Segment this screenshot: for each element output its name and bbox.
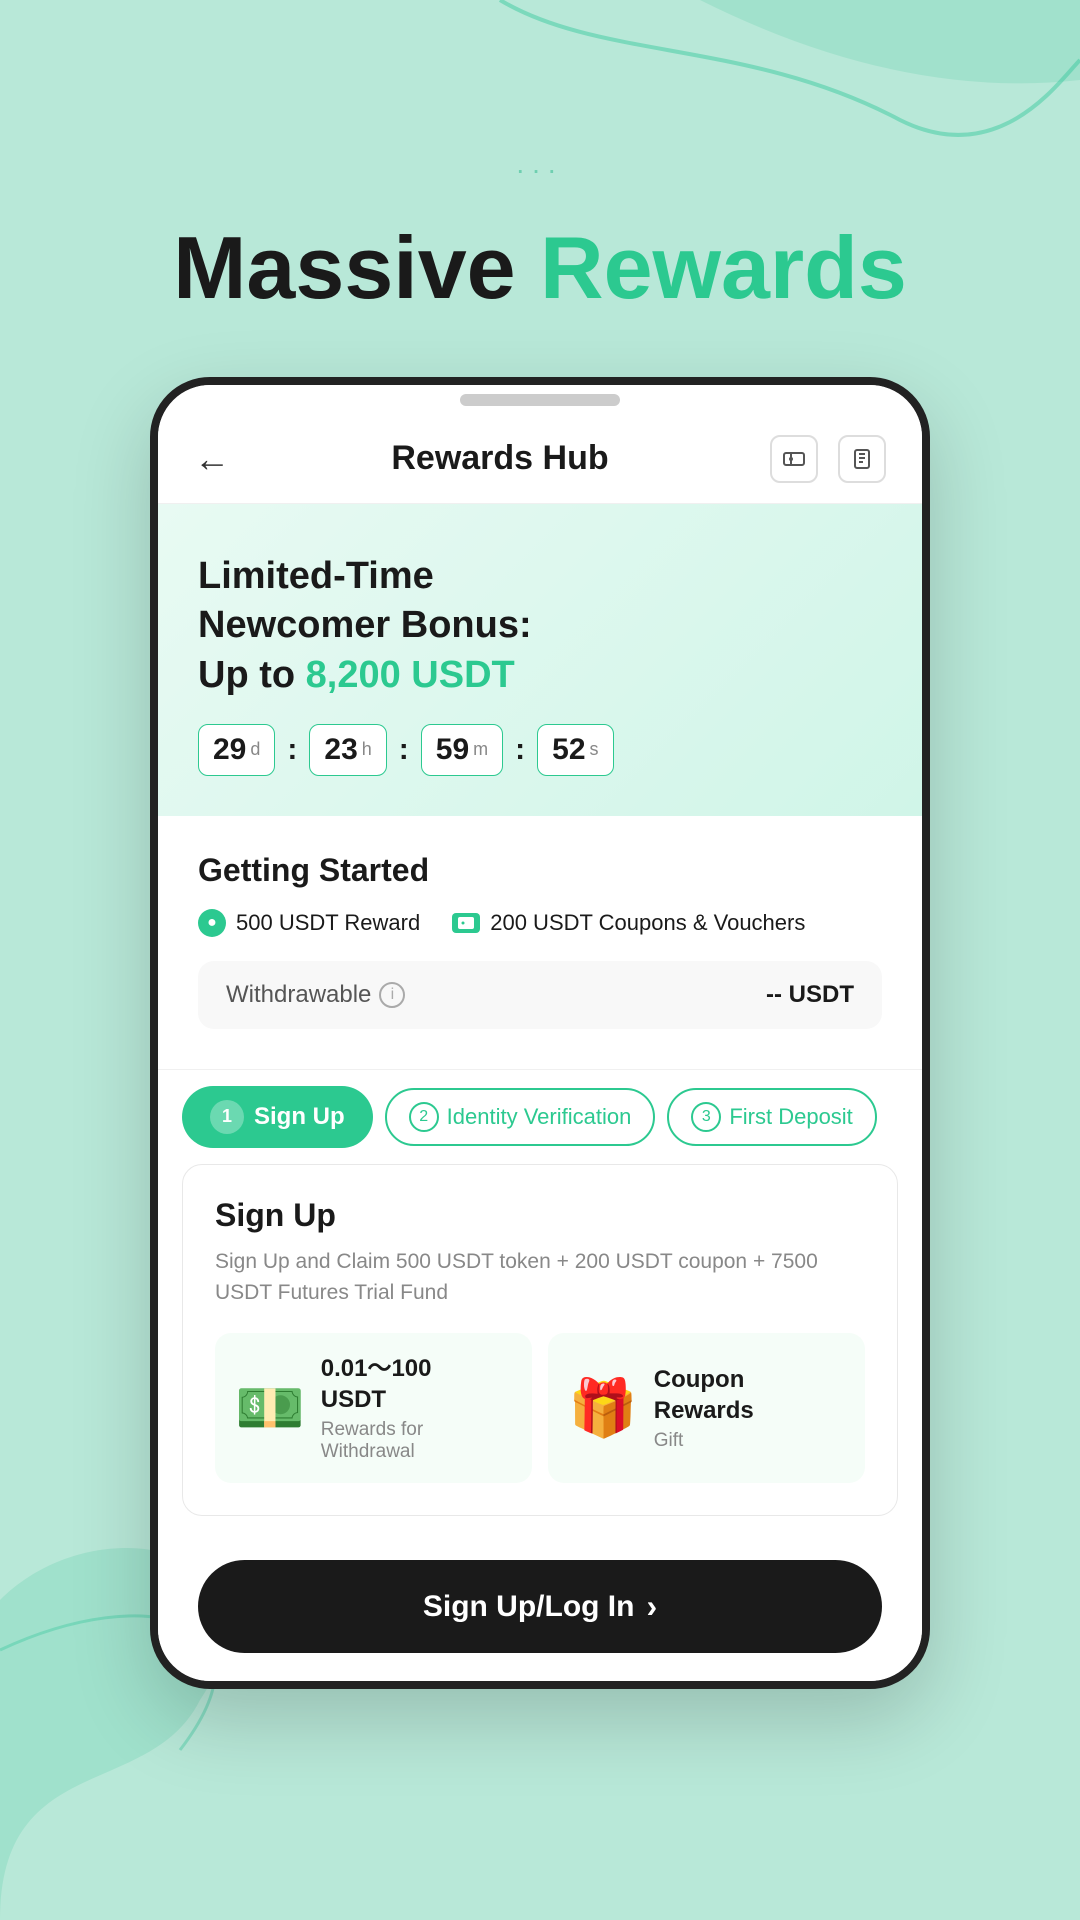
timer-colon-2: : [399, 733, 409, 767]
reward-card-2-sub: Gift [654, 1430, 754, 1452]
reward-green-icon: ● [198, 909, 226, 937]
getting-started-section: Getting Started ● 500 USDT Reward 200 US… [158, 816, 922, 1069]
tab-signup-label: Sign Up [254, 1103, 345, 1131]
timer-days: 29 d [198, 724, 275, 776]
reward-card-2-info: CouponRewards Gift [654, 1364, 754, 1452]
reward-item-2: 200 USDT Coupons & Vouchers [452, 910, 805, 936]
reward-card-1: 💵 0.01～100USDT Rewards forWithdrawal [215, 1333, 532, 1483]
ticket-icon[interactable] [770, 435, 818, 483]
rewards-list: ● 500 USDT Reward 200 USDT Coupons & Vou… [198, 909, 882, 937]
signup-card-desc: Sign Up and Claim 500 USDT token + 200 U… [215, 1246, 865, 1309]
money-emoji: 💵 [235, 1380, 305, 1436]
app-header: ← Rewards Hub [158, 415, 922, 504]
phone-mockup: ← Rewards Hub [150, 377, 930, 1690]
headline-highlight: Rewards [540, 218, 907, 317]
signup-card-title: Sign Up [215, 1197, 865, 1234]
reward-card-1-info: 0.01～100USDT Rewards forWithdrawal [321, 1353, 432, 1463]
countdown-timer: 29 d : 23 h : 59 m : 52 s [198, 724, 882, 776]
reward-ticket-icon [452, 913, 480, 933]
step-2-num: 2 [409, 1102, 439, 1132]
reward-card-2-title: CouponRewards [654, 1364, 754, 1426]
timer-colon-3: : [515, 733, 525, 767]
page-headline: Massive Rewards [173, 220, 907, 317]
phone-notch [158, 385, 922, 415]
withdrawable-box: Withdrawable i -- USDT [198, 961, 882, 1029]
back-button[interactable]: ← [194, 438, 230, 480]
info-icon[interactable]: i [379, 982, 405, 1008]
signup-login-button[interactable]: Sign Up/Log In › [198, 1560, 882, 1653]
gift-emoji: 🎁 [568, 1380, 638, 1436]
steps-tabs: 1 Sign Up 2 Identity Verification 3 Firs… [158, 1069, 922, 1164]
tab-identity-label: Identity Verification [447, 1104, 632, 1130]
arrow-icon: › [646, 1588, 657, 1625]
timer-colon-1: : [287, 733, 297, 767]
signup-card: Sign Up Sign Up and Claim 500 USDT token… [182, 1164, 898, 1516]
banner-section: Limited-Time Newcomer Bonus: Up to 8,200… [158, 504, 922, 816]
timer-hours: 23 h [309, 724, 386, 776]
bottom-button-wrap: Sign Up/Log In › [158, 1540, 922, 1681]
reward-1-label: 500 USDT Reward [236, 910, 420, 936]
tab-identity[interactable]: 2 Identity Verification [385, 1088, 656, 1146]
clipboard-icon[interactable] [838, 435, 886, 483]
step-1-num: 1 [210, 1100, 244, 1134]
step-3-num: 3 [691, 1102, 721, 1132]
notch-bar [460, 394, 620, 406]
reward-item-1: ● 500 USDT Reward [198, 909, 420, 937]
tab-deposit[interactable]: 3 First Deposit [667, 1088, 876, 1146]
reward-2-label: 200 USDT Coupons & Vouchers [490, 910, 805, 936]
withdrawable-label: Withdrawable i [226, 981, 405, 1009]
headline-prefix: Massive [173, 218, 540, 317]
banner-amount: 8,200 USDT [306, 654, 515, 696]
app-title: Rewards Hub [391, 439, 608, 478]
reward-cards-row: 💵 0.01～100USDT Rewards forWithdrawal 🎁 C… [215, 1333, 865, 1483]
tab-signup[interactable]: 1 Sign Up [182, 1086, 373, 1148]
reward-card-1-title: 0.01～100USDT [321, 1353, 432, 1415]
withdrawable-value: -- USDT [766, 981, 854, 1009]
timer-seconds: 52 s [537, 724, 613, 776]
banner-title-line1: Limited-Time Newcomer Bonus: Up to 8,200… [198, 552, 882, 700]
reward-card-1-sub: Rewards forWithdrawal [321, 1419, 432, 1463]
reward-card-2: 🎁 CouponRewards Gift [548, 1333, 865, 1483]
header-icons [770, 435, 886, 483]
signup-login-label: Sign Up/Log In [423, 1590, 635, 1624]
timer-minutes: 59 m [421, 724, 503, 776]
getting-started-title: Getting Started [198, 852, 882, 889]
tab-deposit-label: First Deposit [729, 1104, 852, 1130]
